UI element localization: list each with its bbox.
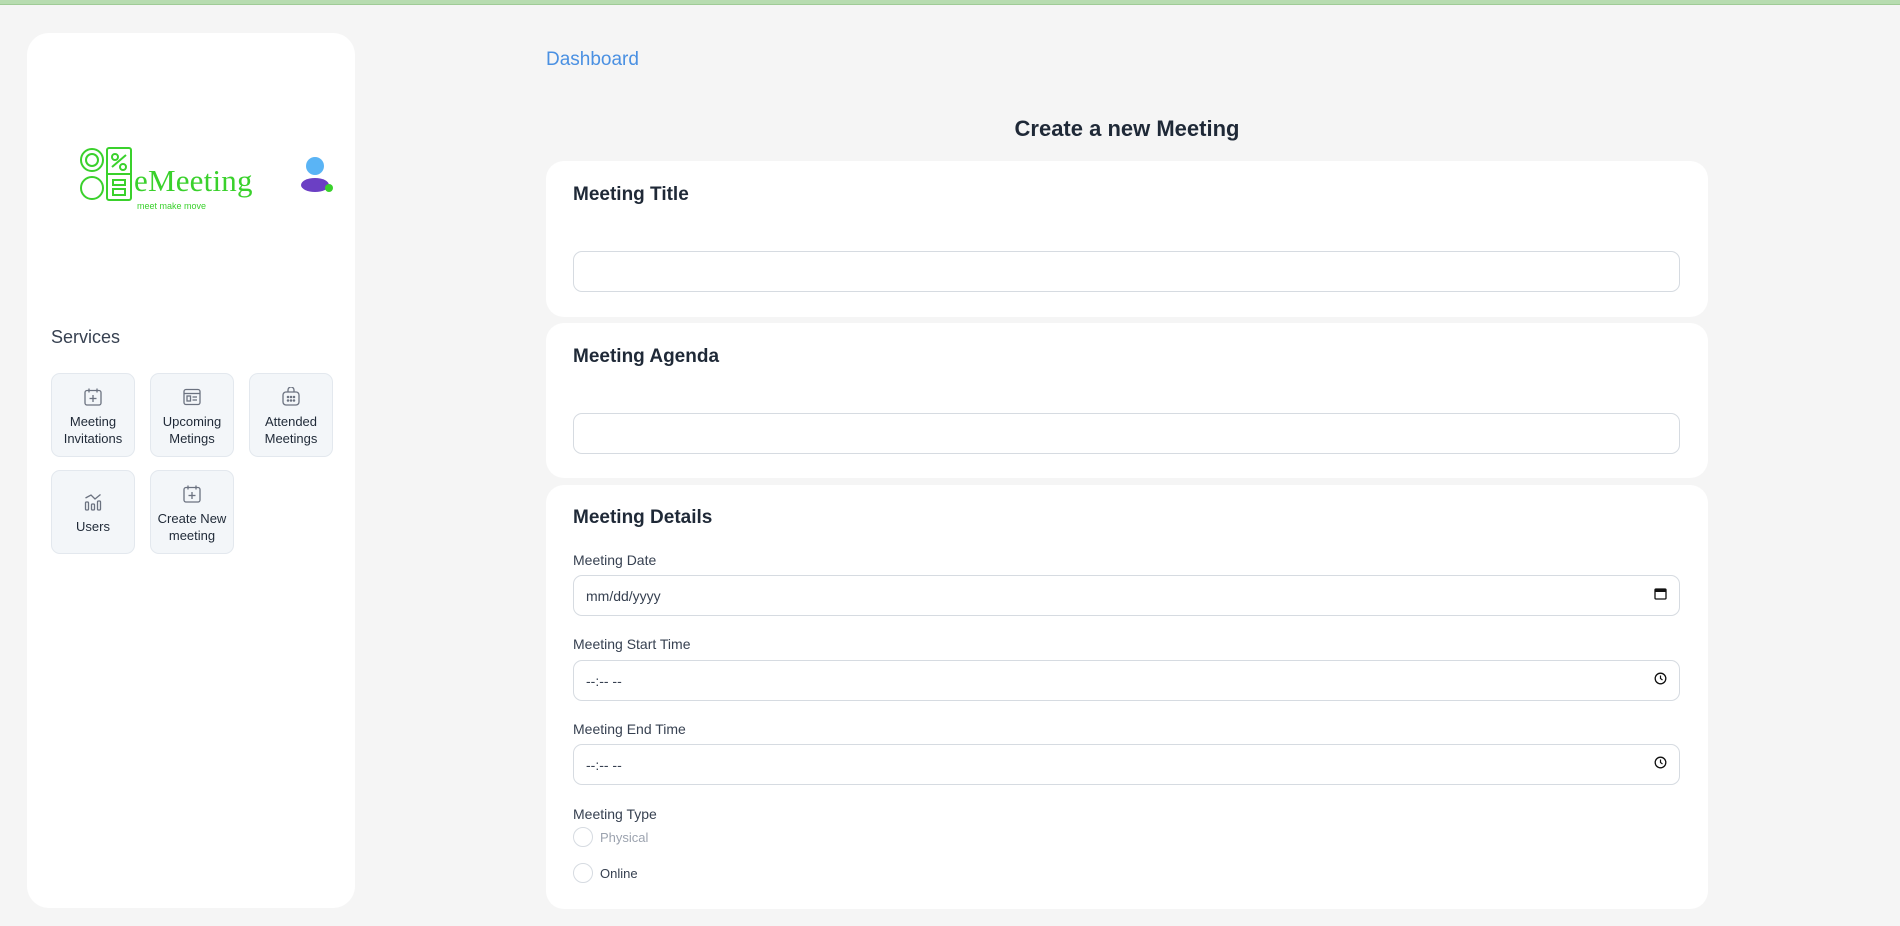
meeting-details-heading: Meeting Details: [573, 507, 713, 528]
logo-mark-icon: [80, 147, 132, 201]
sidebar: eMeeting meet make move Services Meeting…: [27, 33, 355, 908]
meeting-date-value: mm/dd/yyyy: [586, 587, 661, 604]
avatar-body-icon: [301, 178, 329, 192]
meeting-agenda-heading: Meeting Agenda: [573, 346, 720, 367]
services-heading: Services: [51, 327, 121, 347]
calendar-grid-icon: [281, 386, 301, 408]
calendar-plus-icon: [83, 386, 103, 408]
service-create-new-meeting[interactable]: Create New meeting: [150, 470, 234, 554]
meeting-start-time-input[interactable]: --:-- --: [573, 660, 1680, 701]
meeting-details-card: Meeting Details Meeting Date mm/dd/yyyy …: [546, 485, 1708, 909]
top-accent-strip: [0, 0, 1900, 5]
meeting-end-time-input[interactable]: --:-- --: [573, 744, 1680, 785]
calendar-icon[interactable]: [1654, 587, 1667, 605]
meeting-end-time-label: Meeting End Time: [573, 721, 686, 737]
clock-icon[interactable]: [1654, 672, 1667, 690]
service-upcoming-meetings[interactable]: Upcoming Metings: [150, 373, 234, 457]
meeting-start-time-label: Meeting Start Time: [573, 636, 691, 652]
meeting-title-card: Meeting Title: [546, 161, 1708, 317]
brand-tagline: meet make move: [137, 201, 207, 211]
page-title: Create a new Meeting: [1014, 116, 1240, 141]
calendar-plus-icon: [182, 483, 202, 505]
online-radio[interactable]: [573, 863, 593, 883]
service-label: Upcoming Metings: [162, 414, 222, 446]
service-attended-meetings[interactable]: Attended Meetings: [249, 373, 333, 457]
meeting-title-input[interactable]: [573, 251, 1680, 292]
chart-trend-icon: [83, 491, 103, 513]
service-meeting-invitations[interactable]: Meeting Invitations: [51, 373, 135, 457]
meeting-type-physical-option[interactable]: Physical: [573, 827, 648, 847]
meeting-start-time-value: --:-- --: [586, 672, 622, 689]
brand-name: eMeeting: [134, 163, 253, 198]
service-label: Create New meeting: [157, 511, 227, 543]
list-document-icon: [182, 386, 202, 408]
brand-logo[interactable]: eMeeting meet make move: [79, 145, 279, 225]
physical-radio[interactable]: [573, 827, 593, 847]
service-users[interactable]: Users: [51, 470, 135, 554]
user-avatar[interactable]: [299, 155, 335, 197]
online-status-dot: [325, 184, 333, 192]
online-radio-label: Online: [600, 865, 638, 881]
meeting-title-heading: Meeting Title: [573, 184, 689, 205]
service-label: Users: [76, 519, 110, 534]
breadcrumb-dashboard-link[interactable]: Dashboard: [546, 49, 639, 71]
meeting-date-label: Meeting Date: [573, 552, 657, 568]
meeting-type-label: Meeting Type: [573, 806, 657, 822]
physical-radio-label: Physical: [600, 829, 649, 845]
service-label: Meeting Invitations: [63, 414, 123, 446]
clock-icon[interactable]: [1654, 756, 1667, 774]
meeting-agenda-card: Meeting Agenda: [546, 323, 1708, 478]
meeting-end-time-value: --:-- --: [586, 756, 622, 773]
meeting-date-input[interactable]: mm/dd/yyyy: [573, 575, 1680, 616]
meeting-agenda-input[interactable]: [573, 413, 1680, 454]
meeting-type-online-option[interactable]: Online: [573, 863, 638, 883]
avatar-head-icon: [306, 157, 324, 175]
service-label: Attended Meetings: [264, 414, 318, 446]
